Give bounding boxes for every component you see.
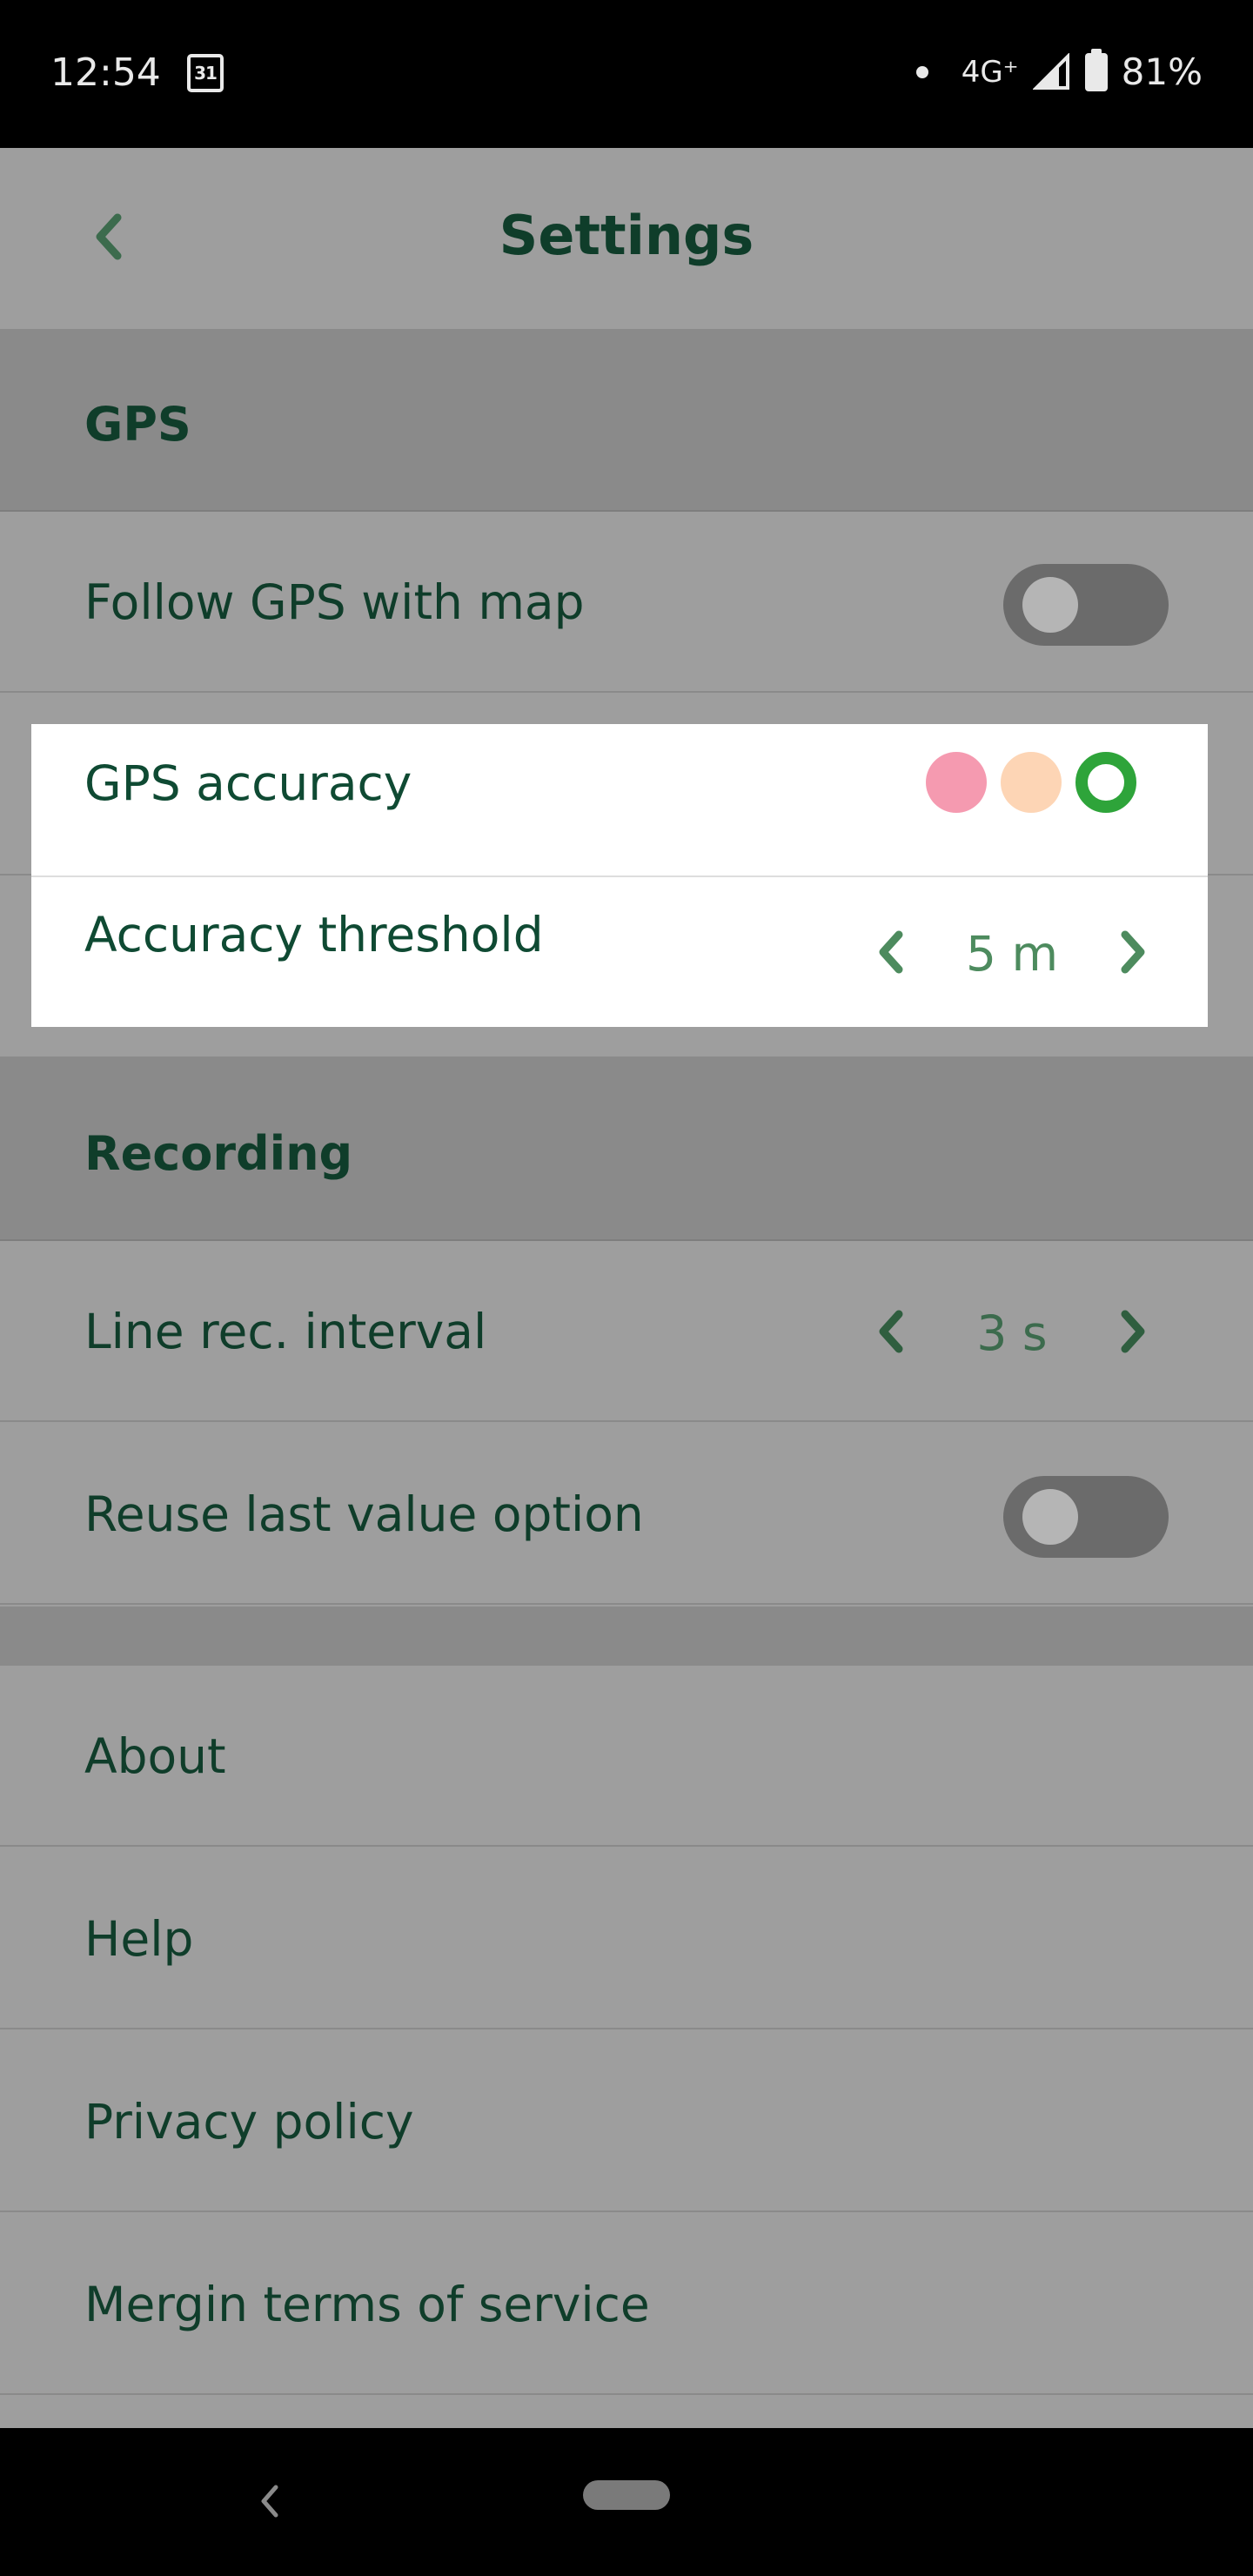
calendar-icon: 31 xyxy=(187,54,224,92)
setting-label: GPS accuracy xyxy=(84,755,412,811)
menu-item-label: Help xyxy=(84,1911,194,1967)
setting-accuracy-threshold: Accuracy threshold 5 m xyxy=(31,875,1208,1027)
battery-icon xyxy=(1084,48,1108,91)
setting-reuse-last-value[interactable]: Reuse last value option xyxy=(0,1424,1253,1605)
menu-item-about[interactable]: About xyxy=(0,1666,1253,1847)
menu-item-label: Privacy policy xyxy=(84,2094,414,2150)
nav-home-pill[interactable] xyxy=(583,2480,670,2510)
menu-item-label: Mergin terms of service xyxy=(84,2277,650,2332)
chevron-right-icon xyxy=(1121,930,1145,974)
decrease-threshold-button[interactable] xyxy=(855,917,925,987)
interval-stepper: 3 s xyxy=(855,1290,1169,1373)
setting-label: Follow GPS with map xyxy=(84,574,585,630)
accuracy-high-icon xyxy=(1075,752,1136,813)
accuracy-medium-icon xyxy=(1001,752,1062,813)
chevron-left-icon xyxy=(261,2485,278,2518)
accuracy-threshold-stepper: 5 m xyxy=(855,910,1169,994)
battery-level: 81% xyxy=(1121,50,1203,93)
highlighted-settings-card: GPS accuracy Accuracy threshold 5 m xyxy=(31,724,1208,1027)
system-navigation-bar xyxy=(0,2428,1253,2576)
decrease-interval-button[interactable] xyxy=(855,1297,925,1366)
interval-value: 3 s xyxy=(976,1305,1048,1361)
chevron-left-icon xyxy=(879,930,903,974)
section-title: Recording xyxy=(84,1126,353,1181)
setting-label: Line rec. interval xyxy=(84,1304,487,1359)
setting-line-rec-interval: Line rec. interval 3 s xyxy=(0,1241,1253,1422)
menu-item-label: About xyxy=(84,1728,226,1784)
chevron-right-icon xyxy=(1121,1310,1145,1353)
app-bar: Settings xyxy=(0,148,1253,331)
status-time: 12:54 xyxy=(50,50,161,95)
increase-threshold-button[interactable] xyxy=(1099,917,1169,987)
menu-item-help[interactable]: Help xyxy=(0,1848,1253,2029)
section-title: GPS xyxy=(84,397,191,452)
setting-label: Accuracy threshold xyxy=(84,907,544,963)
section-header-recording: Recording xyxy=(0,1058,1253,1241)
nav-back-button[interactable] xyxy=(252,2477,287,2526)
setting-label: Reuse last value option xyxy=(84,1486,644,1542)
setting-gps-accuracy[interactable]: GPS accuracy xyxy=(31,724,1208,877)
threshold-value: 5 m xyxy=(965,926,1059,982)
section-header-gps: GPS xyxy=(0,329,1253,512)
accuracy-low-icon xyxy=(926,752,987,813)
toggle-knob xyxy=(1022,577,1078,633)
signal-icon xyxy=(1032,52,1071,91)
network-type: 4G⁺ xyxy=(961,54,1019,90)
status-bar: 12:54 31 4G⁺ 81% xyxy=(0,0,1253,148)
menu-item-privacy-policy[interactable]: Privacy policy xyxy=(0,2031,1253,2212)
setting-follow-gps[interactable]: Follow GPS with map xyxy=(0,512,1253,693)
gps-accuracy-indicator xyxy=(926,752,1136,813)
calendar-day: 31 xyxy=(194,63,218,84)
page-title: Settings xyxy=(499,204,754,267)
follow-gps-toggle[interactable] xyxy=(1003,564,1169,646)
reuse-last-value-toggle[interactable] xyxy=(1003,1476,1169,1558)
status-icons: 4G⁺ 81% xyxy=(915,48,1203,93)
menu-item-terms-of-service[interactable]: Mergin terms of service xyxy=(0,2214,1253,2395)
chevron-left-icon xyxy=(879,1310,903,1353)
toggle-knob xyxy=(1022,1489,1078,1545)
increase-interval-button[interactable] xyxy=(1099,1297,1169,1366)
section-spacer xyxy=(0,1607,1253,1667)
notification-dot-icon xyxy=(915,65,928,78)
